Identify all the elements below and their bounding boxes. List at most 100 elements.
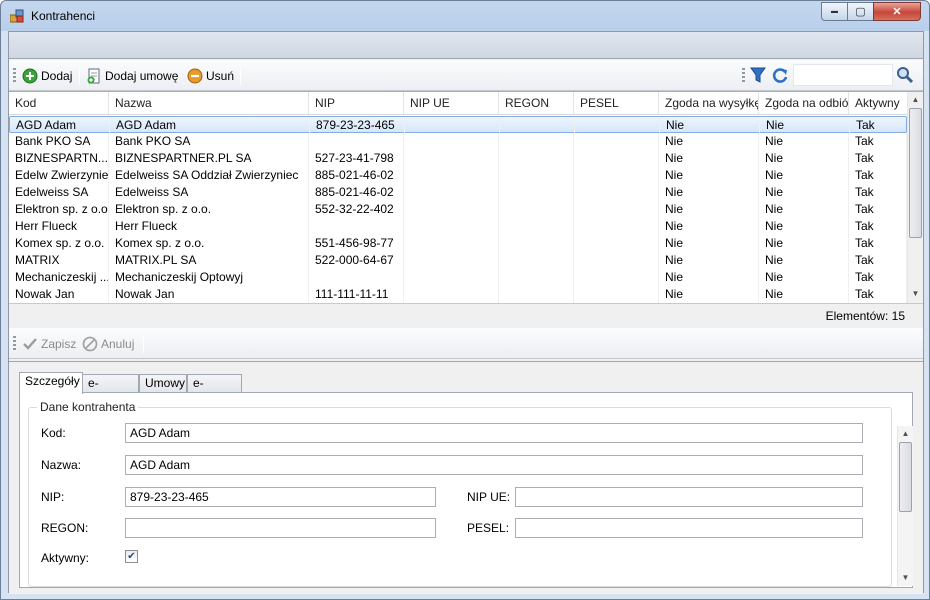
table-row[interactable]: Elektron sp. z o.o. Elektron sp. z o.o. 55…	[9, 201, 907, 218]
table-cell[interactable]: BIZNESPARTNER.PL SA	[109, 150, 309, 167]
table-cell[interactable]	[499, 252, 574, 269]
table-cell[interactable]	[574, 286, 659, 303]
table-cell[interactable]	[574, 150, 659, 167]
table-cell[interactable]: Nie	[759, 252, 849, 269]
table-cell[interactable]: 522-000-64-67	[309, 252, 404, 269]
table-cell[interactable]: Edelw Zwierzyniec	[9, 167, 109, 184]
table-row[interactable]: Nowak Jan Nowak Jan 111-111-11-11 Nie Nie Tak	[9, 286, 907, 303]
table-cell[interactable]: Tak	[849, 286, 907, 303]
close-button[interactable]: ✕	[873, 2, 921, 21]
table-cell[interactable]: Nie	[759, 184, 849, 201]
table-cell[interactable]	[309, 218, 404, 235]
scroll-up-icon[interactable]: ▲	[908, 92, 923, 108]
toolbar-grip[interactable]	[13, 68, 16, 84]
table-cell[interactable]	[574, 184, 659, 201]
table-cell[interactable]	[574, 252, 659, 269]
minimize-button[interactable]: ▬	[821, 2, 848, 21]
table-cell[interactable]	[499, 201, 574, 218]
table-cell[interactable]: Nie	[759, 201, 849, 218]
table-cell[interactable]	[404, 252, 499, 269]
table-cell[interactable]	[574, 133, 659, 150]
table-cell[interactable]: Mechaniczeskij ...	[9, 269, 109, 286]
search-toolbar-grip[interactable]	[742, 68, 745, 84]
title-bar[interactable]: Kontrahenci ▬ ▢ ✕	[1, 1, 929, 31]
table-cell[interactable]	[404, 269, 499, 286]
table-cell[interactable]: Tak	[849, 133, 907, 150]
table-cell[interactable]: Bank PKO SA	[9, 133, 109, 150]
table-cell[interactable]: Tak	[849, 150, 907, 167]
table-cell[interactable]: Tak	[849, 235, 907, 252]
table-cell[interactable]: Nowak Jan	[9, 286, 109, 303]
maximize-button[interactable]: ▢	[847, 2, 874, 21]
refresh-icon[interactable]	[772, 67, 789, 84]
nip-ue-field[interactable]	[515, 487, 863, 507]
table-cell[interactable]: 551-456-98-77	[309, 235, 404, 252]
tab-contracts[interactable]: Umowy	[139, 374, 187, 393]
table-cell[interactable]: Nie	[759, 150, 849, 167]
table-scrollbar[interactable]: ▲ ▼	[907, 92, 923, 304]
table-cell[interactable]: Nowak Jan	[109, 286, 309, 303]
table-cell[interactable]: Tak	[850, 117, 908, 134]
table-cell[interactable]: Nie	[659, 286, 759, 303]
column-header[interactable]: PESEL	[574, 92, 659, 114]
table-cell[interactable]: Nie	[660, 117, 760, 134]
scroll-down-icon[interactable]: ▼	[898, 570, 913, 586]
scroll-down-icon[interactable]: ▼	[908, 286, 923, 302]
table-cell[interactable]	[574, 167, 659, 184]
save-button[interactable]: Zapisz	[22, 334, 76, 354]
table-cell[interactable]: Herr Flueck	[9, 218, 109, 235]
table-cell[interactable]	[574, 201, 659, 218]
table-cell[interactable]: AGD Adam	[10, 117, 110, 134]
table-cell[interactable]: Edelweiss SA	[109, 184, 309, 201]
table-row[interactable]: Komex sp. z o.o. Komex sp. z o.o. 551-456-…	[9, 235, 907, 252]
table-cell[interactable]: 879-23-23-465	[310, 117, 405, 134]
table-cell[interactable]: Nie	[659, 269, 759, 286]
table-cell[interactable]	[404, 201, 499, 218]
table-cell[interactable]: Nie	[659, 133, 759, 150]
table-cell[interactable]: 527-23-41-798	[309, 150, 404, 167]
table-cell[interactable]	[499, 235, 574, 252]
table-cell[interactable]: Nie	[659, 252, 759, 269]
table-row[interactable]: BIZNESPARTN... BIZNESPARTNER.PL SA 527-23-…	[9, 150, 907, 167]
table-cell[interactable]: 885-021-46-02	[309, 184, 404, 201]
table-cell[interactable]: Bank PKO SA	[109, 133, 309, 150]
column-header[interactable]: Aktywny	[849, 92, 907, 114]
column-header[interactable]: Zgoda na wysyłkę	[659, 92, 759, 114]
table-cell[interactable]: Nie	[759, 167, 849, 184]
table-cell[interactable]: 885-021-46-02	[309, 167, 404, 184]
table-cell[interactable]	[499, 167, 574, 184]
table-cell[interactable]: BIZNESPARTN...	[9, 150, 109, 167]
table-cell[interactable]: Tak	[849, 252, 907, 269]
aktywny-checkbox[interactable]: ✔	[125, 550, 138, 563]
table-cell[interactable]: Komex sp. z o.o.	[109, 235, 309, 252]
column-header[interactable]: REGON	[499, 92, 574, 114]
table-cell[interactable]	[404, 235, 499, 252]
table-cell[interactable]: Herr Flueck	[109, 218, 309, 235]
scroll-up-icon[interactable]: ▲	[898, 426, 913, 442]
table-cell[interactable]	[499, 150, 574, 167]
table-cell[interactable]: MATRIX.PL SA	[109, 252, 309, 269]
table-cell[interactable]: Nie	[659, 184, 759, 201]
table-cell[interactable]	[405, 117, 500, 134]
table-cell[interactable]: MATRIX	[9, 252, 109, 269]
table-cell[interactable]: 552-32-22-402	[309, 201, 404, 218]
table-cell[interactable]: Tak	[849, 269, 907, 286]
table-cell[interactable]	[309, 269, 404, 286]
table-cell[interactable]	[404, 184, 499, 201]
table-row[interactable]: Edelweiss SA Edelweiss SA 885-021-46-02 Nie…	[9, 184, 907, 201]
table-cell[interactable]: Nie	[759, 133, 849, 150]
table-row[interactable]: Herr Flueck Herr Flueck Nie Nie Tak	[9, 218, 907, 235]
add-button[interactable]: Dodaj	[22, 66, 72, 86]
table-cell[interactable]	[574, 235, 659, 252]
table-row[interactable]: AGD Adam AGD Adam 879-23-23-465 Nie Nie Tak	[9, 116, 908, 134]
table-row[interactable]: Edelw Zwierzyniec Edelweiss SA Oddział Zw…	[9, 167, 907, 184]
table-cell[interactable]: Nie	[659, 201, 759, 218]
table-cell[interactable]: Tak	[849, 167, 907, 184]
table-cell[interactable]: Nie	[760, 117, 850, 134]
delete-button[interactable]: Usuń	[187, 66, 234, 86]
table-cell[interactable]: Elektron sp. z o.o.	[109, 201, 309, 218]
details-scrollbar[interactable]: ▲ ▼	[897, 426, 913, 586]
table-cell[interactable]	[575, 117, 660, 134]
table-cell[interactable]: Nie	[759, 235, 849, 252]
table-cell[interactable]: Elektron sp. z o.o.	[9, 201, 109, 218]
